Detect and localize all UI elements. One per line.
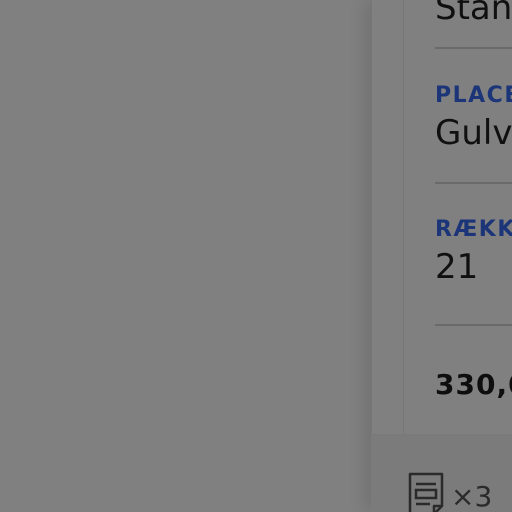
field-row-label: RÆKKE (435, 217, 512, 242)
detail-side-panel: Stand PLACE Gulv RÆKKE 21 330,0 ×3 (371, 0, 512, 512)
divider (435, 324, 512, 326)
divider (435, 47, 512, 49)
field-row: RÆKKE 21 (435, 217, 512, 287)
panel-footer: ×3 (371, 434, 512, 512)
ticket-count: ×3 (451, 480, 493, 512)
field-status-value: Stand (435, 0, 512, 28)
panel-border (371, 0, 372, 436)
field-status: Stand (435, 0, 512, 28)
field-place-value: Gulv (435, 113, 512, 153)
content-border (403, 0, 404, 436)
divider (435, 182, 512, 184)
price-total: 330,0 (435, 368, 512, 401)
document-icon[interactable] (408, 472, 444, 512)
field-place: PLACE Gulv (435, 83, 512, 153)
field-row-value: 21 (435, 247, 479, 287)
field-place-label: PLACE (435, 83, 512, 108)
